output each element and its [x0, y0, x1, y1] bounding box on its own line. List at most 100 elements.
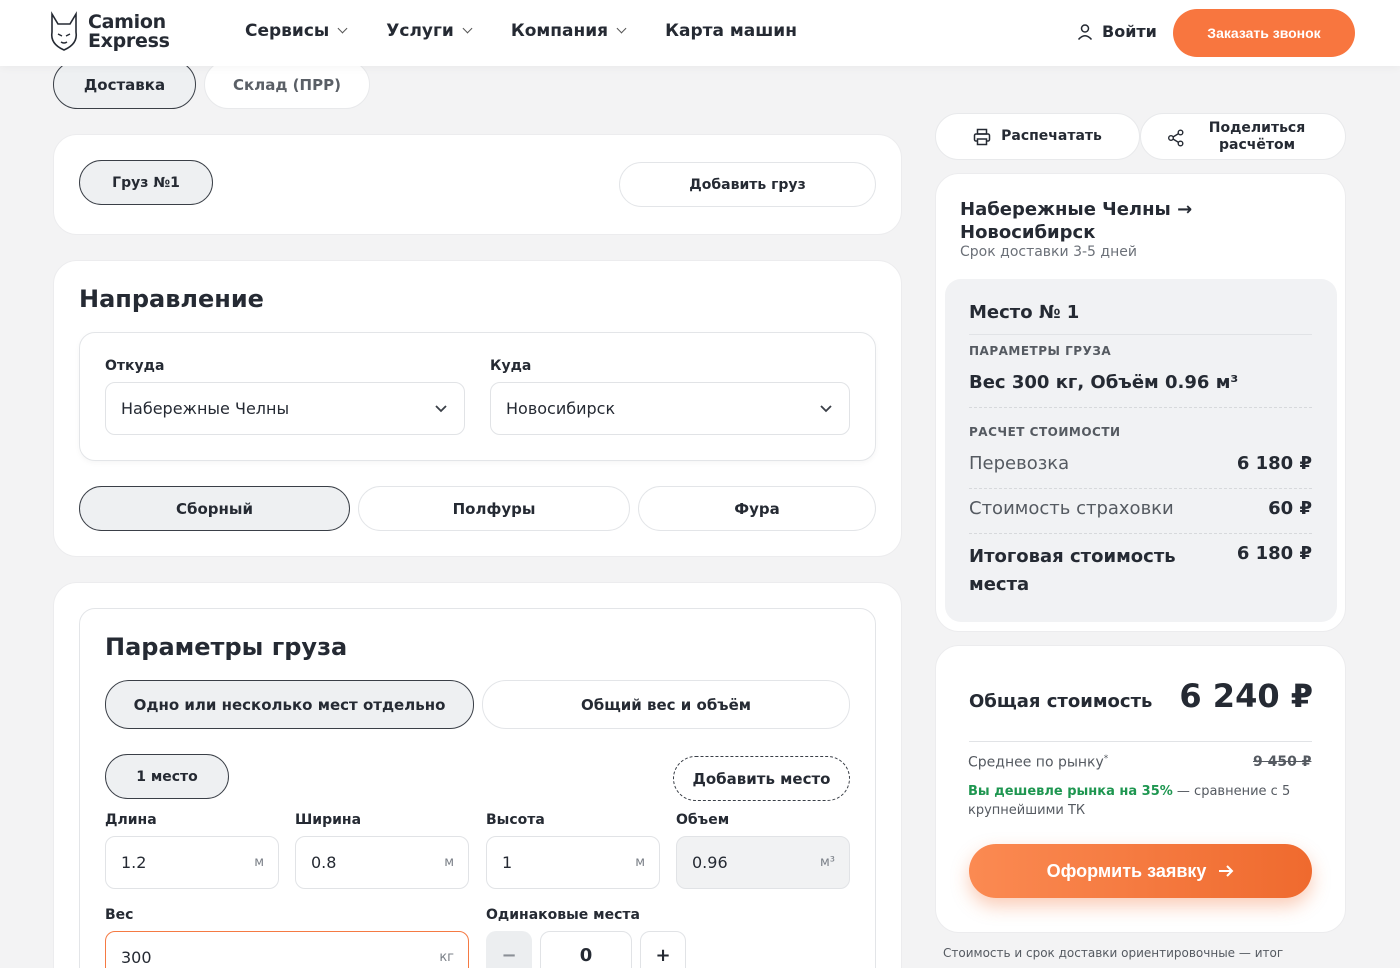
height-label: Высота	[486, 812, 545, 828]
width-label: Ширина	[295, 812, 362, 828]
place-total-value: 6 180 ₽	[1236, 543, 1312, 564]
height-unit: м	[635, 855, 645, 870]
share-label-line-1: Поделиться	[1208, 119, 1306, 136]
width-value: 0.8	[311, 853, 337, 872]
chevron-down-icon	[616, 23, 627, 34]
calc-caption: РАСЧЕТ СТОИМОСТИ	[969, 425, 1121, 439]
market-average-text: Среднее по рынку	[968, 754, 1104, 771]
same-places-minus-button[interactable]: −	[486, 931, 532, 968]
share-label-line-2: расчётом	[1218, 136, 1296, 153]
nav-company[interactable]: Компания	[510, 21, 627, 41]
chevron-down-icon	[337, 23, 348, 34]
nav-offerings[interactable]: Услуги	[386, 21, 473, 41]
from-select[interactable]: Набережные Челны	[105, 382, 465, 435]
height-input[interactable]: 1 м	[486, 836, 660, 889]
fox-logo-icon	[50, 11, 78, 51]
login-link[interactable]: Войти	[1076, 22, 1157, 41]
tab-delivery[interactable]: Доставка	[53, 60, 196, 109]
add-place-button[interactable]: Добавить место	[673, 756, 850, 801]
print-label: Распечатать	[1001, 128, 1102, 144]
request-callback-button[interactable]: Заказать звонок	[1173, 9, 1355, 57]
savings-highlight: Вы дешевле рынка на 35%	[968, 784, 1173, 799]
logo[interactable]: Camion Express	[46, 10, 170, 54]
volume-unit: м³	[819, 855, 835, 870]
place-total-label: Итоговая стоимость места	[969, 543, 1176, 599]
type-consolidated[interactable]: Сборный	[79, 486, 350, 531]
divider	[969, 488, 1312, 489]
to-label: Куда	[490, 358, 532, 374]
length-label: Длина	[105, 812, 157, 828]
same-places-label: Одинаковые места	[486, 907, 640, 923]
same-places-plus-button[interactable]: +	[640, 931, 686, 968]
printer-icon	[973, 128, 991, 145]
to-value: Новосибирск	[506, 399, 616, 418]
nav-services-label: Сервисы	[245, 21, 330, 41]
length-unit: м	[254, 855, 264, 870]
divider	[969, 407, 1312, 408]
height-value: 1	[502, 853, 513, 872]
insurance-value: 60 ₽	[1268, 498, 1312, 519]
to-select[interactable]: Новосибирск	[490, 382, 850, 435]
route-line-1: Набережные Челны →	[960, 199, 1193, 220]
divider	[969, 334, 1312, 335]
divider	[969, 741, 1312, 742]
volume-field: 0.96 м³	[676, 836, 850, 889]
add-cargo-button[interactable]: Добавить груз	[619, 162, 876, 207]
chevron-down-icon	[462, 23, 473, 34]
disclaimer: Стоимость и срок доставки ориентировочны…	[943, 946, 1284, 960]
chevron-down-icon	[435, 405, 447, 413]
transport-value: 6 180 ₽	[1236, 453, 1312, 474]
share-icon	[1168, 129, 1184, 147]
nav-vehicle-map[interactable]: Карта машин	[665, 21, 797, 41]
place-tab-1[interactable]: 1 место	[105, 754, 229, 799]
width-input[interactable]: 0.8 м	[295, 836, 469, 889]
volume-label: Объем	[676, 812, 730, 828]
type-half-truck[interactable]: Полфуры	[358, 486, 630, 531]
weight-label: Вес	[105, 907, 134, 923]
cargo-tab-1[interactable]: Груз №1	[79, 160, 213, 205]
divider	[969, 533, 1312, 534]
main-nav: Сервисы Услуги Компания Карта машин	[245, 21, 837, 41]
place-title: Место № 1	[969, 302, 1080, 323]
params-value: Вес 300 кг, Объём 0.96 м³	[969, 372, 1239, 393]
nav-offerings-label: Услуги	[386, 21, 454, 41]
chevron-down-icon	[820, 405, 832, 413]
print-button[interactable]: Распечатать	[935, 113, 1140, 160]
weight-value: 300	[121, 948, 152, 967]
tab-warehouse[interactable]: Склад (ПРР)	[204, 60, 370, 109]
from-value: Набережные Челны	[121, 399, 290, 418]
params-caption: ПАРАМЕТРЫ ГРУЗА	[969, 344, 1112, 358]
place-total-line-1: Итоговая стоимость	[969, 546, 1176, 567]
arrow-right-icon	[1219, 865, 1234, 877]
length-input[interactable]: 1.2 м	[105, 836, 279, 889]
site-header: Camion Express Сервисы Услуги Компания К…	[0, 0, 1400, 66]
params-title: Параметры груза	[105, 633, 348, 661]
nav-company-label: Компания	[510, 21, 609, 41]
mode-total-weight[interactable]: Общий вес и объём	[482, 680, 850, 729]
submit-order-label: Оформить заявку	[1046, 860, 1207, 881]
nav-vehicle-map-label: Карта машин	[665, 21, 797, 41]
route-summary: Набережные Челны → Новосибирск	[960, 198, 1192, 244]
volume-value: 0.96	[692, 853, 728, 872]
route-line-2: Новосибирск	[960, 222, 1096, 243]
submit-order-button[interactable]: Оформить заявку	[969, 844, 1312, 898]
width-unit: м	[444, 855, 454, 870]
logo-line-2: Express	[88, 30, 170, 52]
place-total-line-2: места	[969, 574, 1030, 595]
market-average-price: 9 450 ₽	[1253, 754, 1312, 770]
weight-unit: кг	[439, 950, 454, 965]
weight-input[interactable]: 300 кг	[105, 931, 469, 968]
type-full-truck[interactable]: Фура	[638, 486, 876, 531]
share-label: Поделиться расчётом	[1209, 120, 1305, 154]
market-average-label: Среднее по рынку*	[968, 754, 1108, 771]
insurance-label: Стоимость страховки	[969, 498, 1174, 519]
mode-separate-places[interactable]: Одно или несколько мест отдельно	[105, 680, 474, 729]
share-calculation-button[interactable]: Поделиться расчётом	[1140, 113, 1346, 160]
total-label: Общая стоимость	[969, 691, 1153, 712]
footnote-mark: *	[1103, 754, 1109, 764]
direction-title: Направление	[79, 285, 264, 313]
same-places-value[interactable]: 0	[540, 931, 632, 968]
user-icon	[1077, 23, 1093, 40]
delivery-term: Срок доставки 3-5 дней	[960, 244, 1137, 260]
nav-services[interactable]: Сервисы	[245, 21, 348, 41]
